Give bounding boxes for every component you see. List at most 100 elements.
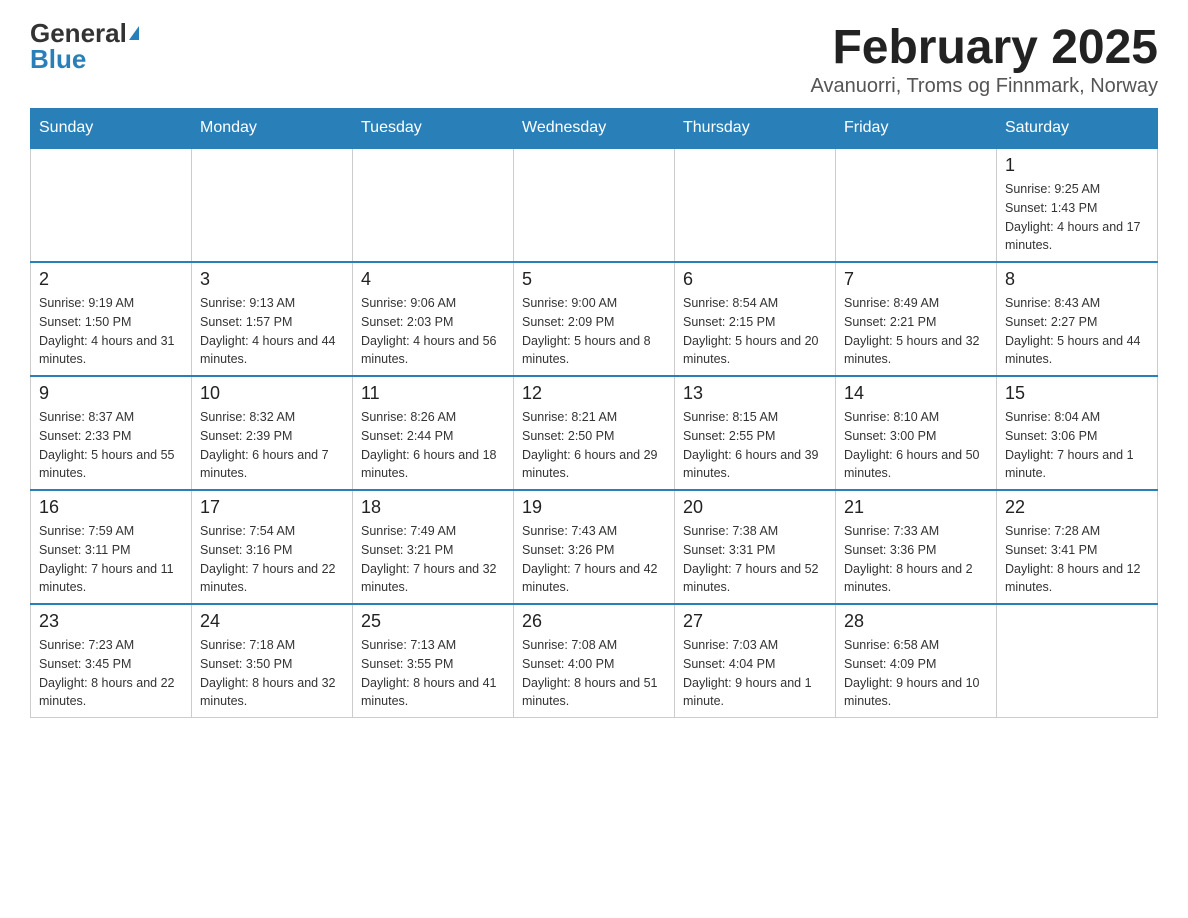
calendar-table: Sunday Monday Tuesday Wednesday Thursday…: [30, 108, 1158, 718]
day-number: 6: [683, 269, 827, 290]
day-header-row: Sunday Monday Tuesday Wednesday Thursday…: [31, 109, 1158, 149]
calendar-cell: [675, 148, 836, 262]
calendar-cell: 6 Sunrise: 8:54 AMSunset: 2:15 PMDaylight…: [675, 262, 836, 376]
day-number: 13: [683, 383, 827, 404]
day-info: Sunrise: 8:43 AMSunset: 2:27 PMDaylight:…: [1005, 294, 1149, 369]
day-number: 10: [200, 383, 344, 404]
calendar-cell: 24Sunrise: 7:18 AMSunset: 3:50 PMDayligh…: [192, 604, 353, 718]
month-title: February 2025: [810, 20, 1158, 75]
day-number: 16: [39, 497, 183, 518]
day-number: 8: [1005, 269, 1149, 290]
day-info: Sunrise: 9:19 AMSunset: 1:50 PMDaylight:…: [39, 294, 183, 369]
day-info: Sunrise: 7:54 AMSunset: 3:16 PMDaylight:…: [200, 522, 344, 597]
day-number: 1: [1005, 155, 1149, 176]
day-info: Sunrise: 8:15 AMSunset: 2:55 PMDaylight:…: [683, 408, 827, 483]
day-number: 15: [1005, 383, 1149, 404]
calendar-cell: 19 Sunrise: 7:43 AMSunset: 3:26 PMDayligh…: [514, 490, 675, 604]
logo-general-text: General: [30, 20, 127, 46]
day-number: 20: [683, 497, 827, 518]
day-number: 9: [39, 383, 183, 404]
day-info: Sunrise: 7:23 AMSunset: 3:45 PMDaylight:…: [39, 636, 183, 711]
day-info: Sunrise: 7:59 AMSunset: 3:11 PMDaylight:…: [39, 522, 183, 597]
day-number: 4: [361, 269, 505, 290]
calendar-cell: 3 Sunrise: 9:13 AMSunset: 1:57 PMDaylight…: [192, 262, 353, 376]
calendar-cell: 17 Sunrise: 7:54 AMSunset: 3:16 PMDayligh…: [192, 490, 353, 604]
calendar-week-row: 9 Sunrise: 8:37 AMSunset: 2:33 PMDaylight…: [31, 376, 1158, 490]
day-number: 19: [522, 497, 666, 518]
day-number: 5: [522, 269, 666, 290]
title-section: February 2025 Avanuorri, Troms og Finnma…: [810, 20, 1158, 98]
day-info: Sunrise: 8:37 AMSunset: 2:33 PMDaylight:…: [39, 408, 183, 483]
day-info: Sunrise: 7:03 AMSunset: 4:04 PMDaylight:…: [683, 636, 827, 711]
day-info: Sunrise: 9:13 AMSunset: 1:57 PMDaylight:…: [200, 294, 344, 369]
day-number: 14: [844, 383, 988, 404]
day-info: Sunrise: 8:04 AMSunset: 3:06 PMDaylight:…: [1005, 408, 1149, 483]
header-thursday: Thursday: [675, 109, 836, 149]
day-info: Sunrise: 8:54 AMSunset: 2:15 PMDaylight:…: [683, 294, 827, 369]
day-info: Sunrise: 7:18 AMSunset: 3:50 PMDaylight:…: [200, 636, 344, 711]
logo-triangle-icon: [129, 26, 139, 40]
calendar-cell: 25Sunrise: 7:13 AMSunset: 3:55 PMDayligh…: [353, 604, 514, 718]
day-info: Sunrise: 7:13 AMSunset: 3:55 PMDaylight:…: [361, 636, 505, 711]
day-number: 12: [522, 383, 666, 404]
header-sunday: Sunday: [31, 109, 192, 149]
calendar-cell: 5 Sunrise: 9:00 AMSunset: 2:09 PMDaylight…: [514, 262, 675, 376]
header-tuesday: Tuesday: [353, 109, 514, 149]
calendar-cell: 10 Sunrise: 8:32 AMSunset: 2:39 PMDayligh…: [192, 376, 353, 490]
calendar-cell: 1Sunrise: 9:25 AMSunset: 1:43 PMDaylight…: [997, 148, 1158, 262]
day-info: Sunrise: 8:26 AMSunset: 2:44 PMDaylight:…: [361, 408, 505, 483]
calendar-week-row: 1Sunrise: 9:25 AMSunset: 1:43 PMDaylight…: [31, 148, 1158, 262]
header-monday: Monday: [192, 109, 353, 149]
calendar-cell: 14 Sunrise: 8:10 AMSunset: 3:00 PMDayligh…: [836, 376, 997, 490]
logo: General Blue: [30, 20, 139, 72]
day-info: Sunrise: 8:21 AMSunset: 2:50 PMDaylight:…: [522, 408, 666, 483]
calendar-cell: 22Sunrise: 7:28 AMSunset: 3:41 PMDayligh…: [997, 490, 1158, 604]
calendar-cell: 28 Sunrise: 6:58 AMSunset: 4:09 PMDayligh…: [836, 604, 997, 718]
calendar-cell: 8 Sunrise: 8:43 AMSunset: 2:27 PMDaylight…: [997, 262, 1158, 376]
calendar-cell: 20Sunrise: 7:38 AMSunset: 3:31 PMDayligh…: [675, 490, 836, 604]
calendar-cell: [31, 148, 192, 262]
day-info: Sunrise: 8:32 AMSunset: 2:39 PMDaylight:…: [200, 408, 344, 483]
calendar-cell: 12 Sunrise: 8:21 AMSunset: 2:50 PMDayligh…: [514, 376, 675, 490]
calendar-cell: 2 Sunrise: 9:19 AMSunset: 1:50 PMDaylight…: [31, 262, 192, 376]
header-friday: Friday: [836, 109, 997, 149]
calendar-cell: [192, 148, 353, 262]
day-info: Sunrise: 9:00 AMSunset: 2:09 PMDaylight:…: [522, 294, 666, 369]
calendar-cell: 26Sunrise: 7:08 AMSunset: 4:00 PMDayligh…: [514, 604, 675, 718]
day-number: 28: [844, 611, 988, 632]
day-number: 7: [844, 269, 988, 290]
calendar-cell: 7 Sunrise: 8:49 AMSunset: 2:21 PMDaylight…: [836, 262, 997, 376]
header-saturday: Saturday: [997, 109, 1158, 149]
day-info: Sunrise: 8:10 AMSunset: 3:00 PMDaylight:…: [844, 408, 988, 483]
page-header: General Blue February 2025 Avanuorri, Tr…: [30, 20, 1158, 98]
day-number: 3: [200, 269, 344, 290]
day-info: Sunrise: 7:33 AMSunset: 3:36 PMDaylight:…: [844, 522, 988, 597]
calendar-cell: 16 Sunrise: 7:59 AMSunset: 3:11 PMDayligh…: [31, 490, 192, 604]
calendar-cell: 15 Sunrise: 8:04 AMSunset: 3:06 PMDayligh…: [997, 376, 1158, 490]
calendar-cell: 13 Sunrise: 8:15 AMSunset: 2:55 PMDayligh…: [675, 376, 836, 490]
calendar-cell: [353, 148, 514, 262]
day-number: 18: [361, 497, 505, 518]
calendar-cell: 9 Sunrise: 8:37 AMSunset: 2:33 PMDaylight…: [31, 376, 192, 490]
day-number: 2: [39, 269, 183, 290]
calendar-week-row: 23 Sunrise: 7:23 AMSunset: 3:45 PMDayligh…: [31, 604, 1158, 718]
day-info: Sunrise: 8:49 AMSunset: 2:21 PMDaylight:…: [844, 294, 988, 369]
calendar-cell: 27 Sunrise: 7:03 AMSunset: 4:04 PMDayligh…: [675, 604, 836, 718]
day-info: Sunrise: 7:49 AMSunset: 3:21 PMDaylight:…: [361, 522, 505, 597]
calendar-cell: 11 Sunrise: 8:26 AMSunset: 2:44 PMDayligh…: [353, 376, 514, 490]
day-number: 11: [361, 383, 505, 404]
location-text: Avanuorri, Troms og Finnmark, Norway: [810, 75, 1158, 98]
calendar-header: Sunday Monday Tuesday Wednesday Thursday…: [31, 109, 1158, 149]
calendar-cell: 23 Sunrise: 7:23 AMSunset: 3:45 PMDayligh…: [31, 604, 192, 718]
day-number: 17: [200, 497, 344, 518]
day-number: 27: [683, 611, 827, 632]
calendar-week-row: 2 Sunrise: 9:19 AMSunset: 1:50 PMDaylight…: [31, 262, 1158, 376]
calendar-body: 1Sunrise: 9:25 AMSunset: 1:43 PMDaylight…: [31, 148, 1158, 718]
calendar-cell: [997, 604, 1158, 718]
day-info: Sunrise: 6:58 AMSunset: 4:09 PMDaylight:…: [844, 636, 988, 711]
header-wednesday: Wednesday: [514, 109, 675, 149]
calendar-cell: 4Sunrise: 9:06 AMSunset: 2:03 PMDaylight…: [353, 262, 514, 376]
day-info: Sunrise: 7:43 AMSunset: 3:26 PMDaylight:…: [522, 522, 666, 597]
day-number: 21: [844, 497, 988, 518]
day-number: 23: [39, 611, 183, 632]
